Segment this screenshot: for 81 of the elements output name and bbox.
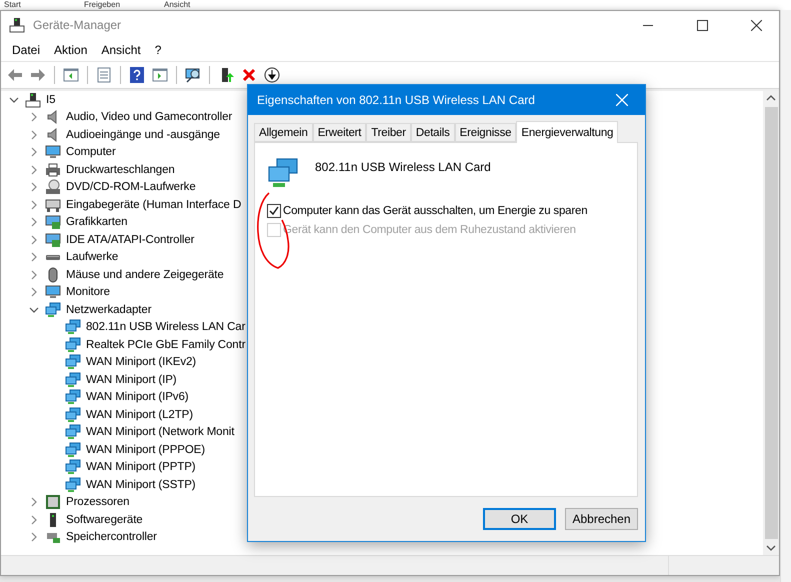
tree-item[interactable]: WAN Miniport (IP) <box>86 374 177 386</box>
card-icon <box>45 232 61 248</box>
scan-monitor-icon <box>185 67 201 83</box>
network-adapter-icon <box>65 372 81 388</box>
forward-arrow-icon <box>30 67 46 83</box>
tree-item[interactable]: IDE ATA/ATAPI-Controller <box>66 234 194 246</box>
device-name: 802.11n USB Wireless LAN Card <box>315 160 491 176</box>
tree-item[interactable]: Audio, Video und Gamecontroller <box>66 111 232 124</box>
network-adapter-icon <box>65 424 81 440</box>
network-adapter-icon <box>65 389 81 406</box>
network-adapter-icon <box>65 354 81 370</box>
dialog-button[interactable]: OK <box>483 508 556 530</box>
monitor-icon <box>45 144 61 160</box>
tab[interactable]: Ereignisse <box>454 123 516 142</box>
background-tab-label: Start <box>4 0 22 10</box>
console-tree-icon <box>63 67 79 83</box>
network-adapter-icon <box>65 476 81 493</box>
tree-item[interactable]: Grafikkarten <box>66 216 128 228</box>
device-manager-icon <box>9 17 25 33</box>
back-arrow-icon <box>7 67 23 83</box>
tree-item[interactable]: Computer <box>66 146 116 158</box>
tree-item[interactable]: DVD/CD-ROM-Laufwerke <box>66 181 196 194</box>
network-adapter-icon <box>65 406 81 423</box>
uninstall-icon <box>241 67 257 83</box>
tree-item[interactable]: Speichercontroller <box>66 531 157 544</box>
network-adapter-icon <box>65 336 81 353</box>
monitor-icon <box>45 284 61 300</box>
tab[interactable]: Allgemein <box>254 123 313 142</box>
network-adapter-icon <box>65 442 81 458</box>
dialog-button[interactable]: Abbrechen <box>565 508 638 530</box>
close-icon <box>616 94 628 106</box>
tree-item[interactable]: WAN Miniport (IKEv2) <box>86 356 196 368</box>
tab[interactable]: Treiber <box>366 123 411 142</box>
tree-item[interactable]: WAN Miniport (L2TP) <box>86 408 193 421</box>
menu-item[interactable]: Ansicht <box>94 43 148 57</box>
network-adapter-icon <box>65 459 81 476</box>
tree-item[interactable]: Realtek PCIe GbE Family Contr <box>86 338 246 351</box>
disc-drive-icon <box>45 179 61 196</box>
tree-item[interactable]: Softwaregeräte <box>66 514 143 526</box>
close-icon <box>750 20 762 30</box>
tree-item[interactable]: 802.11n USB Wireless LAN Car <box>86 321 246 334</box>
tree-item[interactable]: Laufwerke <box>66 251 118 264</box>
download-icon <box>264 67 280 83</box>
help-icon <box>129 67 145 83</box>
background-tab-label: Freigeben <box>84 0 122 10</box>
scrollbar[interactable] <box>763 91 779 555</box>
card-icon <box>45 214 61 230</box>
tree-item[interactable]: Netzwerkadapter <box>66 304 152 316</box>
tree-item[interactable]: WAN Miniport (IPv6) <box>86 391 188 404</box>
network-adapter-icon <box>65 319 81 336</box>
tree-item[interactable]: WAN Miniport (Network Monit <box>86 426 234 438</box>
tab[interactable]: Details <box>410 123 455 142</box>
network-adapter-icon <box>267 157 299 189</box>
action-pane-icon <box>152 67 168 83</box>
network-adapter-icon <box>45 302 61 318</box>
printer-icon <box>45 162 61 178</box>
keyboard-icon <box>45 196 61 213</box>
tab[interactable]: Erweitert <box>312 123 366 142</box>
chip-icon <box>45 494 61 510</box>
tree-item[interactable]: Druckwarteschlangen <box>66 164 175 176</box>
tree-item[interactable]: I5 <box>46 94 56 106</box>
tree-item[interactable]: Monitore <box>66 286 110 298</box>
menu-item[interactable]: ? <box>148 43 168 57</box>
maximize-icon <box>696 20 708 30</box>
tree-item[interactable]: Eingabegeräte (Human Interface D <box>66 198 242 211</box>
background-tab-label: Ansicht <box>164 0 192 10</box>
checkbox-label: Computer kann das Gerät ausschalten, um Energie zu sparen <box>283 204 588 216</box>
dialog-title: Eigenschaften von 802.11n USB Wireless LAN Card <box>257 93 536 107</box>
menu-item[interactable]: Aktion <box>47 43 94 57</box>
tree-item[interactable]: Prozessoren <box>66 496 130 508</box>
tree-item[interactable]: Mäuse und andere Zeigegeräte <box>66 268 224 281</box>
menu-item[interactable]: Datei <box>5 43 48 57</box>
computer-root-icon <box>25 92 41 108</box>
tab[interactable]: Energieverwaltung <box>516 121 618 143</box>
properties-icon <box>96 67 112 83</box>
window-title: Geräte-Manager <box>33 18 122 32</box>
tree-item[interactable]: WAN Miniport (PPPOE) <box>86 444 205 456</box>
tree-item[interactable]: WAN Miniport (PPTP) <box>86 461 196 474</box>
checkbox[interactable] <box>267 204 281 218</box>
tree-item[interactable]: WAN Miniport (SSTP) <box>86 478 196 491</box>
tree-item[interactable]: Audioeingänge und -ausgänge <box>66 128 220 141</box>
